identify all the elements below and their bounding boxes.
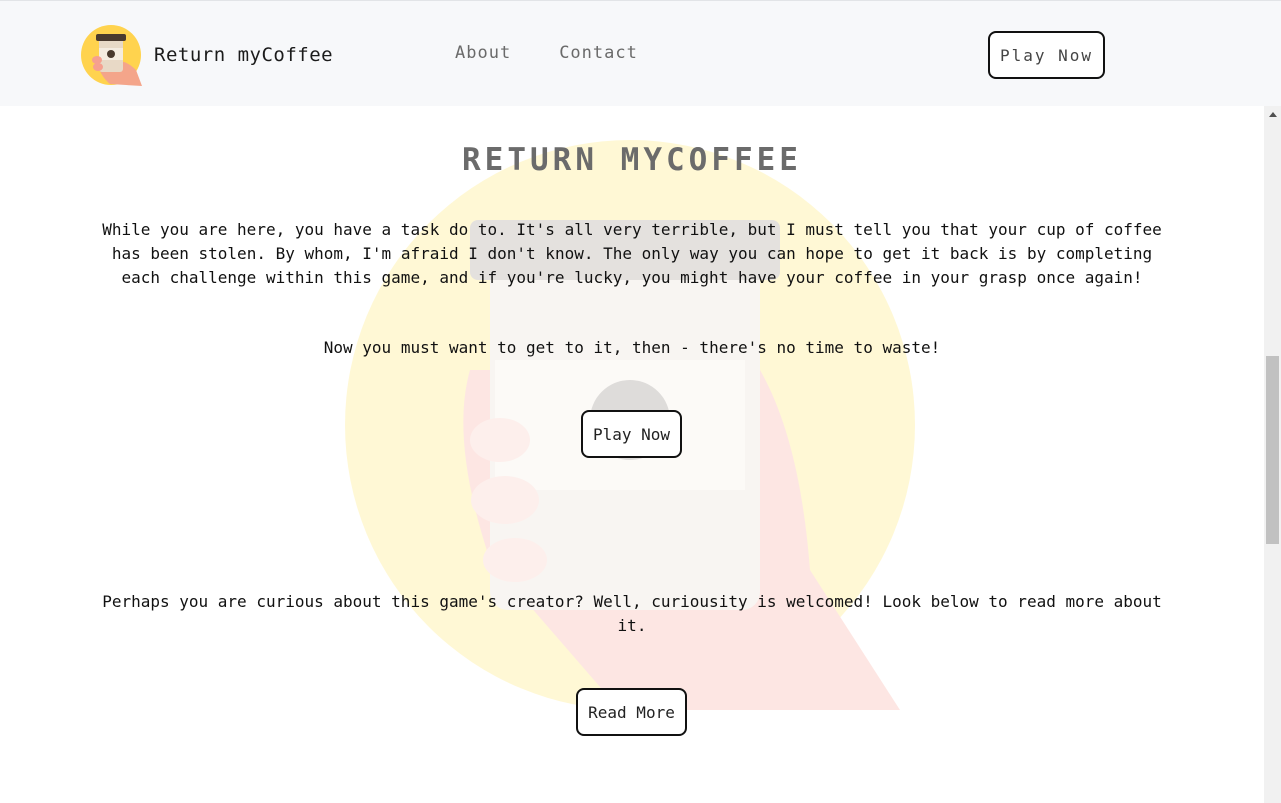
call-to-action-text: Now you must want to get to it, then - t… [323,338,941,357]
main-content: RETURN MYCOFFEE While you are here, you … [0,106,1264,803]
vertical-scrollbar[interactable] [1264,106,1281,803]
top-navbar: Return myCoffee About Contact Play Now [0,0,1281,106]
play-now-button[interactable]: Play Now [581,410,682,458]
brand[interactable]: Return myCoffee [80,24,333,86]
page: Return myCoffee About Contact Play Now R… [0,0,1281,803]
nav-link-contact[interactable]: Contact [559,43,638,63]
triangle-up-icon[interactable] [1269,112,1277,117]
intro-paragraph: While you are here, you have a task do t… [102,220,1162,287]
coffee-cup-in-hand-icon[interactable] [80,24,142,86]
nav-link-about[interactable]: About [455,43,511,63]
brand-name: Return myCoffee [154,44,334,66]
page-title: RETURN MYCOFFEE [462,142,802,178]
nav-play-now-button[interactable]: Play Now [988,31,1105,79]
scrollbar-thumb[interactable] [1266,356,1279,544]
read-more-button[interactable]: Read More [576,688,687,736]
creator-paragraph: Perhaps you are curious about this game'… [102,592,1162,635]
nav-links: About Contact [455,43,638,63]
